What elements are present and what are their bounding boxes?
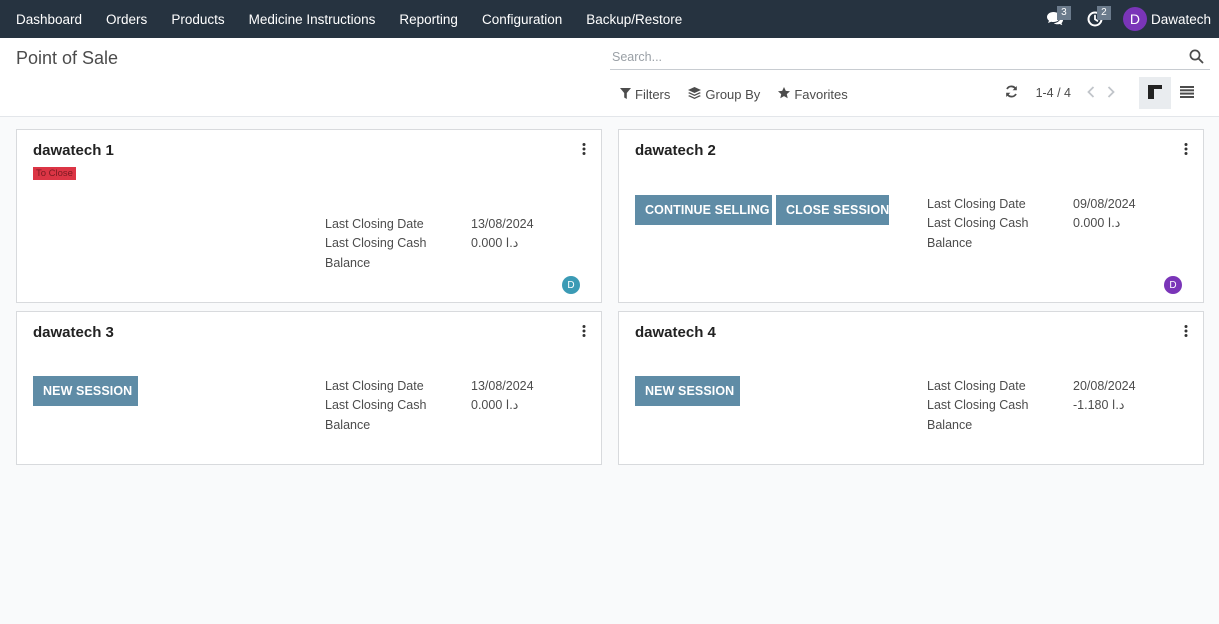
pager-previous-button[interactable] xyxy=(1081,83,1101,103)
control-panel: Point of Sale Filters Group xyxy=(0,38,1219,117)
last-closing-date-label: Last Closing Date xyxy=(927,197,1026,211)
responsible-avatar[interactable]: D xyxy=(562,276,580,294)
kebab-menu-icon xyxy=(582,142,586,158)
refresh-button[interactable] xyxy=(1002,83,1022,103)
pos-card[interactable]: dawatech 3 NEW SESSION Last Closing Date… xyxy=(16,311,602,465)
search-icon[interactable] xyxy=(1189,49,1204,67)
last-closing-cash-value: 0.000 د.ا xyxy=(1073,216,1121,230)
filters-label: Filters xyxy=(635,87,671,102)
last-closing-date-label: Last Closing Date xyxy=(325,217,424,231)
chevron-right-icon xyxy=(1107,85,1115,101)
menu-item-reporting[interactable]: Reporting xyxy=(387,0,470,38)
layers-icon xyxy=(688,87,705,102)
filter-icon xyxy=(620,87,635,102)
list-view-icon xyxy=(1180,85,1194,101)
filters-button[interactable]: Filters xyxy=(620,87,670,102)
card-menu-button[interactable] xyxy=(1179,142,1193,158)
pos-name: dawatech 3 xyxy=(33,324,114,341)
search-options: Filters Group By Favorites xyxy=(620,87,866,102)
user-menu[interactable]: D Dawatech xyxy=(1122,7,1211,31)
search-bar xyxy=(610,46,1210,70)
pos-card[interactable]: dawatech 1 To Close Last Closing Date 13… xyxy=(16,129,602,303)
menu-item-backup-restore[interactable]: Backup/Restore xyxy=(574,0,694,38)
last-closing-cash-label: Last Closing Cash xyxy=(927,216,1029,230)
pos-card[interactable]: dawatech 4 NEW SESSION Last Closing Date… xyxy=(618,311,1204,465)
card-menu-button[interactable] xyxy=(577,142,591,158)
user-avatar: D xyxy=(1122,7,1147,31)
last-closing-date-value: 13/08/2024 xyxy=(471,217,534,231)
menu-item-configuration[interactable]: Configuration xyxy=(470,0,574,38)
refresh-icon xyxy=(1005,85,1018,101)
pos-name: dawatech 4 xyxy=(635,324,716,341)
main-menu: Dashboard Orders Products Medicine Instr… xyxy=(0,0,694,38)
search-input[interactable] xyxy=(610,46,1170,68)
balance-label: Balance xyxy=(927,236,973,250)
kebab-menu-icon xyxy=(1184,324,1188,340)
pos-name: dawatech 1 xyxy=(33,142,114,159)
menu-item-medicine-instructions[interactable]: Medicine Instructions xyxy=(237,0,388,38)
view-switcher xyxy=(1139,77,1203,109)
new-session-button[interactable]: NEW SESSION xyxy=(33,376,138,406)
pos-card[interactable]: dawatech 2 CONTINUE SELLING CLOSE SESSIO… xyxy=(618,129,1204,303)
last-closing-date-value: 09/08/2024 xyxy=(1073,197,1136,211)
session-info: Last Closing Date 13/08/2024 Last Closin… xyxy=(325,215,585,275)
balance-label: Balance xyxy=(325,256,371,270)
kebab-menu-icon xyxy=(1184,142,1188,158)
group-by-button[interactable]: Group By xyxy=(688,87,760,102)
star-icon xyxy=(778,87,794,102)
chevron-left-icon xyxy=(1087,85,1095,101)
pager-next-button[interactable] xyxy=(1101,83,1121,103)
last-closing-date-value: 13/08/2024 xyxy=(471,379,534,393)
page-title: Point of Sale xyxy=(16,48,119,68)
menu-item-dashboard[interactable]: Dashboard xyxy=(0,0,94,38)
kanban-view-icon xyxy=(1148,84,1162,102)
session-info: Last Closing Date 13/08/2024 Last Closin… xyxy=(325,377,585,437)
list-view-button[interactable] xyxy=(1171,77,1203,109)
last-closing-cash-value: -1.180 د.ا xyxy=(1073,398,1125,412)
last-closing-date-label: Last Closing Date xyxy=(325,379,424,393)
activities-count-badge: 2 xyxy=(1096,6,1111,20)
activities-button[interactable]: 2 xyxy=(1075,0,1115,38)
systray: 3 2 D Dawatech xyxy=(1035,0,1211,38)
last-closing-date-label: Last Closing Date xyxy=(927,379,1026,393)
session-info: Last Closing Date 09/08/2024 Last Closin… xyxy=(927,195,1187,255)
kebab-menu-icon xyxy=(582,324,586,340)
menu-item-products[interactable]: Products xyxy=(159,0,236,38)
last-closing-cash-value: 0.000 د.ا xyxy=(471,236,519,250)
pos-name: dawatech 2 xyxy=(635,142,716,159)
balance-label: Balance xyxy=(927,418,973,432)
continue-selling-button[interactable]: CONTINUE SELLING xyxy=(635,195,772,225)
pager-value[interactable]: 1-4 / 4 xyxy=(1036,86,1071,100)
last-closing-cash-label: Last Closing Cash xyxy=(325,398,427,412)
close-session-button[interactable]: CLOSE SESSION xyxy=(776,195,889,225)
last-closing-cash-value: 0.000 د.ا xyxy=(471,398,519,412)
favorites-button[interactable]: Favorites xyxy=(778,87,848,102)
kanban-view-button[interactable] xyxy=(1139,77,1171,109)
user-name: Dawatech xyxy=(1150,11,1211,27)
card-menu-button[interactable] xyxy=(577,324,591,340)
last-closing-cash-label: Last Closing Cash xyxy=(927,398,1029,412)
session-info: Last Closing Date 20/08/2024 Last Closin… xyxy=(927,377,1187,437)
top-navbar: Dashboard Orders Products Medicine Instr… xyxy=(0,0,1219,38)
responsible-avatar[interactable]: D xyxy=(1164,276,1182,294)
menu-item-orders[interactable]: Orders xyxy=(94,0,159,38)
favorites-label: Favorites xyxy=(794,87,848,102)
messages-count-badge: 3 xyxy=(1056,6,1071,20)
new-session-button[interactable]: NEW SESSION xyxy=(635,376,740,406)
card-menu-button[interactable] xyxy=(1179,324,1193,340)
messages-button[interactable]: 3 xyxy=(1035,0,1075,38)
view-controls: 1-4 / 4 xyxy=(1002,77,1219,109)
balance-label: Balance xyxy=(325,418,371,432)
last-closing-date-value: 20/08/2024 xyxy=(1073,379,1136,393)
group-by-label: Group By xyxy=(705,87,761,102)
last-closing-cash-label: Last Closing Cash xyxy=(325,236,427,250)
status-badge: To Close xyxy=(33,167,76,180)
